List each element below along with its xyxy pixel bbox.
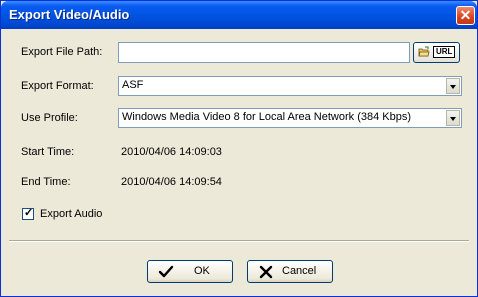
ok-button[interactable]: OK [147,260,233,283]
divider [9,240,469,242]
checkmark-icon [158,265,174,278]
start-time-value: 2010/04/06 14:09:03 [121,146,222,158]
url-label: URL [433,46,456,58]
chevron-down-icon[interactable] [446,78,460,94]
export-format-select[interactable]: ASF [118,76,462,96]
close-icon: ✕ [459,7,472,23]
folder-open-icon [418,46,430,57]
cancel-button[interactable]: Cancel [247,260,333,283]
use-profile-value: Windows Media Video 8 for Local Area Net… [122,111,411,123]
end-time-label: End Time: [21,176,71,188]
title-bar[interactable]: Export Video/Audio ✕ [1,1,477,29]
use-profile-select[interactable]: Windows Media Video 8 for Local Area Net… [118,108,462,128]
checkbox-check-icon: ✓ [24,207,34,219]
export-format-label: Export Format: [21,80,94,92]
export-format-value: ASF [122,79,144,91]
ok-label: OK [194,265,210,277]
export-file-path-input[interactable] [118,42,410,63]
export-dialog: Export Video/Audio ✕ Export File Path: U… [0,0,478,297]
chevron-down-icon[interactable] [446,110,460,126]
cancel-label: Cancel [282,265,317,277]
browse-url-button[interactable]: URL [413,42,460,63]
window-title: Export Video/Audio [9,7,130,22]
end-time-value: 2010/04/06 14:09:54 [121,176,222,188]
start-time-label: Start Time: [21,146,75,158]
export-audio-label[interactable]: Export Audio [40,208,102,220]
close-button[interactable]: ✕ [456,6,475,25]
export-audio-checkbox[interactable]: ✓ [22,207,34,220]
use-profile-label: Use Profile: [21,112,78,124]
export-file-path-label: Export File Path: [21,46,103,58]
x-mark-icon [259,265,273,279]
